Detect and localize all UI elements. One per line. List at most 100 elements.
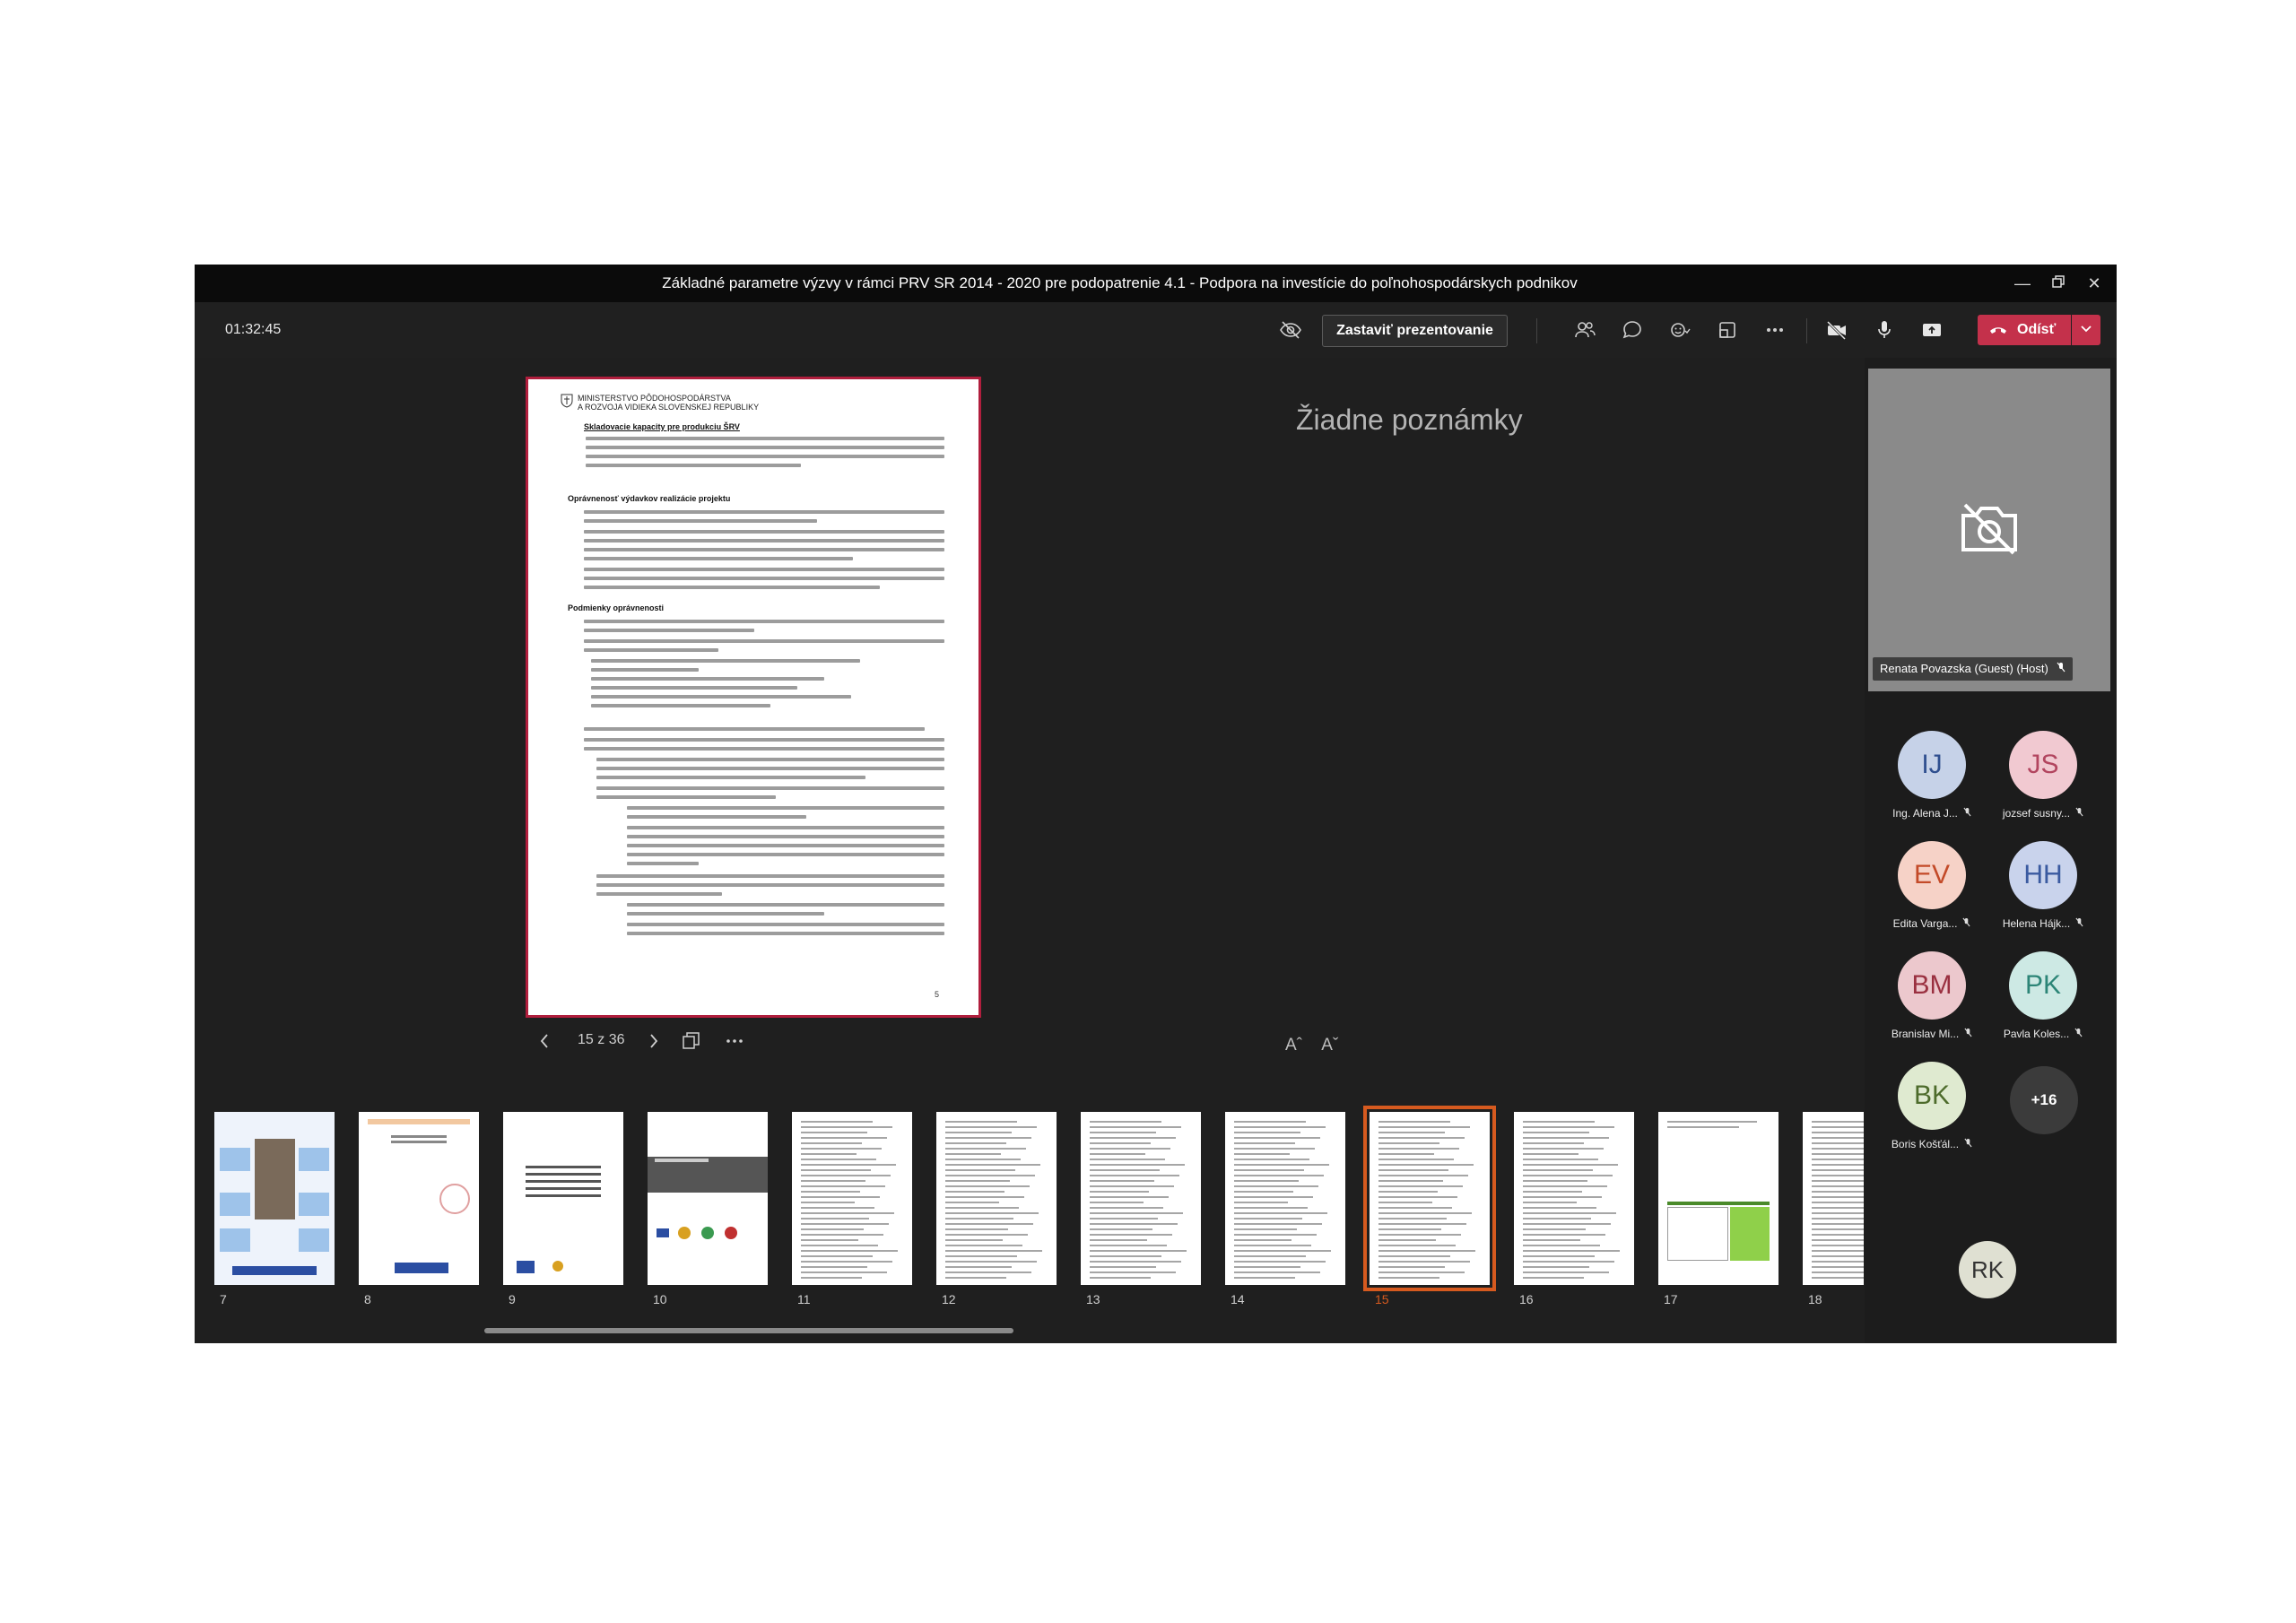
thumbnail-number: 8 — [364, 1292, 371, 1306]
mic-muted-icon — [2075, 917, 2083, 930]
participant-tile[interactable]: BM Branislav Mi... — [1880, 951, 1984, 1040]
mic-muted-icon — [1963, 807, 1971, 820]
participant-tile[interactable]: BK Boris Košťál... — [1880, 1062, 1984, 1150]
minimize-icon[interactable]: — — [2005, 265, 2040, 302]
leave-dropdown[interactable] — [2072, 315, 2100, 345]
thumbnail-number: 17 — [1664, 1292, 1678, 1306]
slide-heading-expenses: Oprávnenosť výdavkov realizácie projektu — [568, 494, 731, 503]
participant-tile[interactable]: PK Pavla Koles... — [1991, 951, 2095, 1040]
people-icon[interactable] — [1570, 316, 1599, 344]
mic-muted-icon — [1964, 1028, 1972, 1040]
toolbar-divider — [1806, 318, 1807, 343]
restore-icon[interactable] — [2040, 265, 2076, 302]
avatar: EV — [1898, 841, 1966, 909]
slide-thumbnail[interactable] — [792, 1112, 912, 1285]
slide-thumbnail[interactable] — [359, 1112, 479, 1285]
mic-icon[interactable] — [1870, 316, 1899, 344]
slide-thumbnail[interactable] — [1081, 1112, 1201, 1285]
thumbnail-scrollbar[interactable] — [484, 1328, 1013, 1333]
slide-thumbnail[interactable] — [1658, 1112, 1779, 1285]
leave-button[interactable]: Odísť — [1978, 315, 2071, 345]
participant-name-text: Ing. Alena J... — [1892, 807, 1958, 820]
participant-tile[interactable]: HH Helena Hájk... — [1991, 841, 2095, 930]
slide-heading-conditions: Podmienky oprávnenosti — [568, 603, 665, 612]
avatar: HH — [2009, 841, 2077, 909]
font-size-controls: Aˆ Aˇ — [1285, 1036, 1338, 1055]
slide-thumbnail[interactable] — [1803, 1112, 1864, 1285]
avatar: BK — [1898, 1062, 1966, 1130]
rooms-icon[interactable] — [1713, 316, 1742, 344]
stop-presenting-button[interactable]: Zastaviť prezentovanie — [1322, 315, 1508, 347]
mic-muted-icon — [1964, 1138, 1972, 1150]
eye-off-icon[interactable] — [1276, 316, 1305, 344]
participant-tile[interactable]: EV Edita Varga... — [1880, 841, 1984, 930]
more-icon[interactable] — [1761, 316, 1789, 344]
slide-counter: 15 z 36 — [578, 1032, 625, 1047]
slide-thumbnail[interactable] — [1363, 1106, 1496, 1291]
participant-tile[interactable]: JS jozsef susny... — [1991, 731, 2095, 820]
avatar: JS — [2009, 731, 2077, 799]
host-video-tile[interactable]: Renata Povazska (Guest) (Host) — [1868, 369, 2110, 691]
slide-thumbnail[interactable] — [503, 1112, 623, 1285]
thumbnail-number: 18 — [1808, 1292, 1822, 1306]
participant-name-text: Branislav Mi... — [1891, 1028, 1960, 1040]
slide-thumbnail[interactable] — [936, 1112, 1057, 1285]
self-avatar[interactable]: RK — [1959, 1241, 2016, 1298]
thumbnail-number: 11 — [797, 1292, 811, 1306]
participant-name: Edita Varga... — [1880, 917, 1984, 930]
thumbnail-number: 7 — [220, 1292, 227, 1306]
participant-name: Helena Hájk... — [1991, 917, 2095, 930]
slide-thumbnail[interactable] — [648, 1112, 768, 1285]
participant-name-text: jozsef susny... — [2002, 807, 2071, 820]
toolbar-divider — [1536, 318, 1537, 343]
thumbnail-number: 16 — [1519, 1292, 1534, 1306]
participant-name: Pavla Koles... — [1991, 1028, 2095, 1040]
ministry-subheader: A ROZVOJA VIDIEKA SLOVENSKEJ REPUBLIKY — [578, 403, 760, 412]
title-bar: Základné parametre výzvy v rámci PRV SR … — [195, 265, 2117, 302]
meeting-toolbar: 01:32:45 Zastaviť prezentovanie Odísť — [195, 302, 2117, 358]
presenter-notes: Žiadne poznámky — [1296, 404, 1523, 436]
more-participants-button[interactable]: +16 — [2010, 1066, 2078, 1134]
phone-icon — [1988, 315, 2008, 357]
avatar: BM — [1898, 951, 1966, 1020]
participant-tile[interactable]: IJ Ing. Alena J... — [1880, 731, 1984, 820]
avatar: IJ — [1898, 731, 1966, 799]
chevron-down-icon — [2080, 322, 2092, 338]
camera-off-icon — [1958, 501, 2021, 561]
participant-name-text: Edita Varga... — [1892, 917, 1958, 930]
font-decrease-button[interactable]: Aˆ — [1285, 1036, 1302, 1055]
more-icon[interactable] — [725, 1031, 744, 1055]
thumbnail-number: 13 — [1086, 1292, 1100, 1306]
participant-name: Branislav Mi... — [1880, 1028, 1984, 1040]
host-name-label: Renata Povazska (Guest) (Host) — [1873, 657, 2074, 681]
chat-icon[interactable] — [1618, 316, 1647, 344]
meeting-timer: 01:32:45 — [225, 322, 282, 337]
mic-muted-icon — [1962, 917, 1970, 930]
chevron-right-icon[interactable] — [648, 1032, 660, 1055]
leave-label: Odísť — [2017, 322, 2057, 337]
thumbnail-number: 15 — [1375, 1292, 1389, 1306]
grid-view-icon[interactable] — [682, 1031, 701, 1055]
thumbnail-number: 12 — [942, 1292, 956, 1306]
mic-muted-icon — [2057, 662, 2066, 675]
share-icon[interactable] — [1918, 316, 1946, 344]
close-icon[interactable]: ✕ — [2076, 265, 2112, 302]
camera-off-icon[interactable] — [1822, 316, 1851, 344]
participant-name: jozsef susny... — [1991, 807, 2095, 820]
participant-name-text: Pavla Koles... — [2003, 1028, 2070, 1040]
mic-muted-icon — [2074, 1028, 2083, 1040]
slide-preview: MINISTERSTVO PÔDOHOSPODÁRSTVA A ROZVOJA … — [526, 377, 981, 1018]
chevron-left-icon[interactable] — [538, 1032, 551, 1055]
participant-name: Ing. Alena J... — [1880, 807, 1984, 820]
font-increase-button[interactable]: Aˇ — [1321, 1036, 1338, 1055]
slide-thumbnail[interactable] — [214, 1112, 335, 1285]
slide-section-title: Skladovacie kapacity pre produkciu ŠRV — [584, 422, 740, 431]
slide-page-number: 5 — [934, 990, 939, 999]
thumbnail-number: 10 — [653, 1292, 667, 1306]
reactions-icon[interactable] — [1665, 316, 1694, 344]
participant-name: Boris Košťál... — [1880, 1138, 1984, 1150]
slide-thumbnail[interactable] — [1514, 1112, 1634, 1285]
slide-navigation: 15 z 36 — [538, 1028, 771, 1055]
slide-thumbnail[interactable] — [1225, 1112, 1345, 1285]
window-title: Základné parametre výzvy v rámci PRV SR … — [662, 274, 1578, 291]
